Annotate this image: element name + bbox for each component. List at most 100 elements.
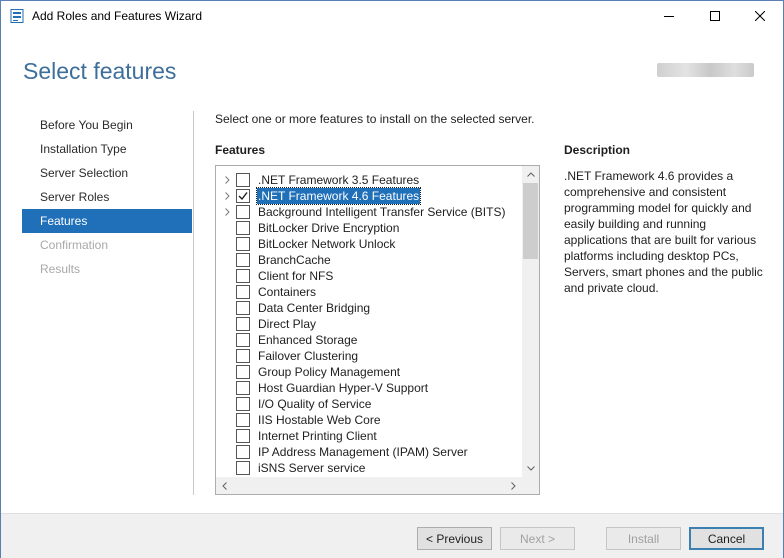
feature-checkbox[interactable] [236, 221, 250, 235]
feature-checkbox[interactable] [236, 173, 250, 187]
feature-row[interactable]: Data Center Bridging [216, 300, 521, 316]
description-text: .NET Framework 4.6 provides a comprehens… [564, 169, 763, 295]
feature-label[interactable]: Direct Play [257, 316, 317, 332]
feature-checkbox[interactable] [236, 461, 250, 475]
feature-row[interactable]: Enhanced Storage [216, 332, 521, 348]
feature-label[interactable]: Group Policy Management [257, 364, 401, 380]
destination-server-name [657, 63, 754, 77]
feature-checkbox[interactable] [236, 413, 250, 427]
nav-item-before-you-begin[interactable]: Before You Begin [22, 113, 192, 137]
features-heading: Features [215, 143, 266, 157]
feature-row[interactable]: Direct Play [216, 316, 521, 332]
feature-checkbox[interactable] [236, 317, 250, 331]
previous-button[interactable]: < Previous [417, 527, 492, 550]
feature-row[interactable]: BitLocker Network Unlock [216, 236, 521, 252]
feature-checkbox[interactable] [236, 365, 250, 379]
wizard-nav: Before You Begin Installation Type Serve… [22, 113, 192, 281]
page-title: Select features [23, 58, 177, 84]
nav-item-server-roles[interactable]: Server Roles [22, 185, 192, 209]
checkmark-icon [238, 192, 248, 201]
scroll-down-icon[interactable] [522, 460, 539, 477]
feature-label[interactable]: .NET Framework 4.6 Features [255, 187, 422, 205]
feature-checkbox[interactable] [236, 429, 250, 443]
feature-checkbox[interactable] [236, 301, 250, 315]
feature-checkbox[interactable] [236, 237, 250, 251]
vertical-scrollbar[interactable] [522, 166, 539, 477]
expand-arrow-icon[interactable] [222, 188, 232, 204]
close-button[interactable] [737, 1, 783, 31]
nav-item-features[interactable]: Features [22, 209, 192, 233]
feature-checkbox[interactable] [236, 285, 250, 299]
expand-arrow-icon[interactable] [222, 204, 232, 220]
feature-row[interactable]: .NET Framework 4.6 Features [216, 187, 521, 205]
feature-row[interactable]: BitLocker Drive Encryption [216, 220, 521, 236]
nav-item-results: Results [40, 262, 81, 276]
feature-checkbox[interactable] [236, 397, 250, 411]
feature-row[interactable]: Background Intelligent Transfer Service … [216, 204, 521, 220]
expand-arrow-icon[interactable] [222, 172, 232, 188]
scroll-up-icon[interactable] [522, 166, 539, 183]
instructions-text: Select one or more features to install o… [215, 112, 535, 126]
features-list: .NET Framework 3.5 Features .NET Framewor… [216, 172, 521, 476]
feature-checkbox[interactable] [236, 381, 250, 395]
feature-label[interactable]: Data Center Bridging [257, 300, 371, 316]
feature-row[interactable]: Client for NFS [216, 268, 521, 284]
feature-label[interactable]: Failover Clustering [257, 348, 359, 364]
feature-label[interactable]: I/O Quality of Service [257, 396, 372, 412]
feature-label[interactable]: BitLocker Network Unlock [257, 236, 396, 252]
feature-label[interactable]: Internet Printing Client [257, 428, 378, 444]
feature-label[interactable]: Containers [257, 284, 317, 300]
nav-item-confirmation: Confirmation [40, 238, 109, 252]
cancel-button[interactable]: Cancel [689, 527, 764, 550]
nav-item-installation-type[interactable]: Installation Type [22, 137, 192, 161]
scroll-right-icon[interactable] [505, 477, 522, 494]
install-button: Install [606, 527, 681, 550]
wizard-window: Add Roles and Features Wizard Select fea… [0, 0, 784, 558]
minimize-icon [664, 11, 674, 21]
feature-row[interactable]: Containers [216, 284, 521, 300]
feature-label[interactable]: BitLocker Drive Encryption [257, 220, 400, 236]
horizontal-scrollbar[interactable] [216, 477, 522, 494]
feature-row[interactable]: iSNS Server service [216, 460, 521, 476]
feature-checkbox[interactable] [236, 445, 250, 459]
feature-row[interactable]: Failover Clustering [216, 348, 521, 364]
feature-row[interactable]: I/O Quality of Service [216, 396, 521, 412]
feature-label[interactable]: Background Intelligent Transfer Service … [257, 204, 506, 220]
feature-row[interactable]: IP Address Management (IPAM) Server [216, 444, 521, 460]
description-heading: Description [564, 143, 631, 157]
feature-label[interactable]: .NET Framework 3.5 Features [257, 172, 420, 188]
maximize-button[interactable] [692, 1, 738, 31]
nav-item-server-selection[interactable]: Server Selection [22, 161, 192, 185]
server-manager-icon [10, 9, 24, 23]
wizard-button-bar: < Previous Next > Install Cancel [1, 513, 783, 558]
title-bar[interactable]: Add Roles and Features Wizard [1, 1, 783, 31]
feature-row[interactable]: IIS Hostable Web Core [216, 412, 521, 428]
close-icon [755, 11, 765, 21]
feature-label[interactable]: BranchCache [257, 252, 332, 268]
feature-label[interactable]: IP Address Management (IPAM) Server [257, 444, 469, 460]
feature-row[interactable]: BranchCache [216, 252, 521, 268]
feature-checkbox[interactable] [236, 333, 250, 347]
feature-row[interactable]: Group Policy Management [216, 364, 521, 380]
scroll-left-icon[interactable] [216, 477, 233, 494]
nav-divider [193, 111, 194, 495]
feature-checkbox[interactable] [236, 253, 250, 267]
feature-label[interactable]: iSNS Server service [257, 460, 366, 476]
feature-checkbox[interactable] [236, 349, 250, 363]
feature-row[interactable]: .NET Framework 3.5 Features [216, 172, 521, 188]
minimize-button[interactable] [646, 1, 692, 31]
feature-checkbox[interactable] [236, 189, 250, 203]
feature-label[interactable]: Enhanced Storage [257, 332, 358, 348]
feature-checkbox[interactable] [236, 205, 250, 219]
feature-row[interactable]: Internet Printing Client [216, 428, 521, 444]
features-tree[interactable]: .NET Framework 3.5 Features .NET Framewor… [215, 165, 540, 495]
scrollbar-thumb[interactable] [523, 183, 538, 259]
feature-label[interactable]: Host Guardian Hyper-V Support [257, 380, 429, 396]
feature-label[interactable]: IIS Hostable Web Core [257, 412, 382, 428]
feature-checkbox[interactable] [236, 269, 250, 283]
scrollbar-corner [522, 477, 539, 494]
next-button: Next > [500, 527, 575, 550]
feature-row[interactable]: Host Guardian Hyper-V Support [216, 380, 521, 396]
feature-label[interactable]: Client for NFS [257, 268, 334, 284]
window-title: Add Roles and Features Wizard [32, 9, 203, 23]
